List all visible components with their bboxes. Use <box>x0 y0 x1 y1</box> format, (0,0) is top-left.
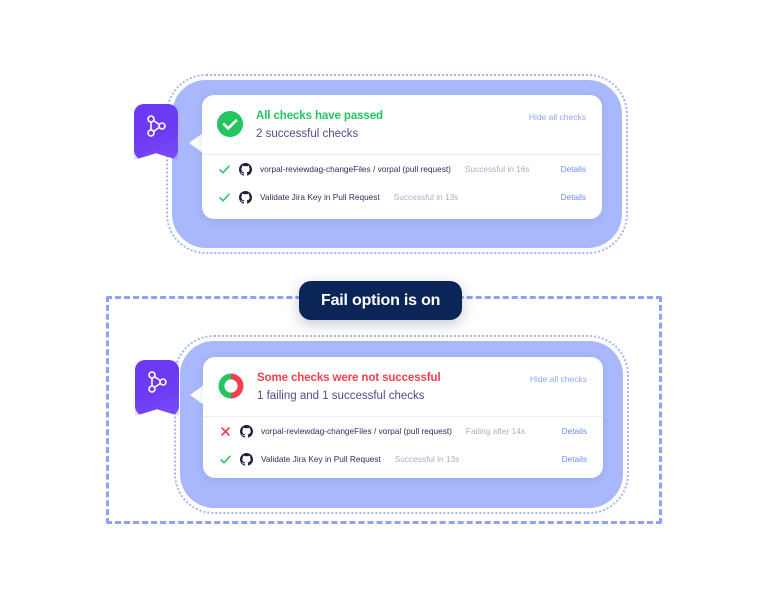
hide-all-checks-link[interactable]: Hide all checks <box>530 374 587 384</box>
check-status: Successful in 13s <box>394 454 460 464</box>
check-name: Validate Jira Key in Pull Request <box>261 454 381 464</box>
check-name: vorpal-reviewdag-changeFiles / vorpal (p… <box>260 164 451 174</box>
checks-status-subtitle: 1 failing and 1 successful checks <box>257 390 425 402</box>
check-name: vorpal-reviewdag-changeFiles / vorpal (p… <box>261 426 452 436</box>
check-row[interactable]: Validate Jira Key in Pull Request Succes… <box>202 183 602 211</box>
check-row[interactable]: Validate Jira Key in Pull Request Succes… <box>203 445 603 473</box>
check-row[interactable]: vorpal-reviewdag-changeFiles / vorpal (p… <box>202 155 602 183</box>
details-link[interactable]: Details <box>562 426 587 436</box>
check-status: Successful in 16s <box>464 164 530 174</box>
cross-icon <box>219 425 232 438</box>
git-branch-icon <box>135 360 179 416</box>
github-icon <box>240 452 253 466</box>
details-link[interactable]: Details <box>562 454 587 464</box>
checks-card-passed: All checks have passed 2 successful chec… <box>202 95 602 219</box>
check-status: Failing after 14s <box>465 426 525 436</box>
hide-all-checks-link[interactable]: Hide all checks <box>529 112 586 122</box>
checks-status-subtitle: 2 successful checks <box>256 128 359 140</box>
checks-status-title: Some checks were not successful <box>257 372 441 384</box>
checks-status-title: All checks have passed <box>256 110 383 122</box>
checks-card-header-text: All checks have passed 2 successful chec… <box>256 109 529 142</box>
check-icon <box>219 453 232 466</box>
check-icon <box>218 191 231 204</box>
checks-card-failed: Some checks were not successful 1 failin… <box>203 357 603 478</box>
fail-option-badge: Fail option is on <box>299 281 463 320</box>
check-row[interactable]: vorpal-reviewdag-changeFiles / vorpal (p… <box>203 417 603 445</box>
details-link[interactable]: Details <box>561 192 586 202</box>
check-icon <box>218 163 231 176</box>
details-link[interactable]: Details <box>561 164 586 174</box>
github-icon <box>239 190 252 204</box>
git-branch-icon <box>134 104 178 160</box>
checks-card-header: All checks have passed 2 successful chec… <box>202 95 602 154</box>
github-icon <box>239 162 252 176</box>
illustration-stage: All checks have passed 2 successful chec… <box>0 0 768 598</box>
check-name: Validate Jira Key in Pull Request <box>260 192 380 202</box>
check-circle-filled-icon <box>216 110 244 138</box>
github-icon <box>240 424 253 438</box>
check-status: Successful in 13s <box>393 192 459 202</box>
donut-half-red-green-icon <box>217 372 245 400</box>
checks-card-header-text: Some checks were not successful 1 failin… <box>257 371 530 404</box>
checks-card-header: Some checks were not successful 1 failin… <box>203 357 603 416</box>
